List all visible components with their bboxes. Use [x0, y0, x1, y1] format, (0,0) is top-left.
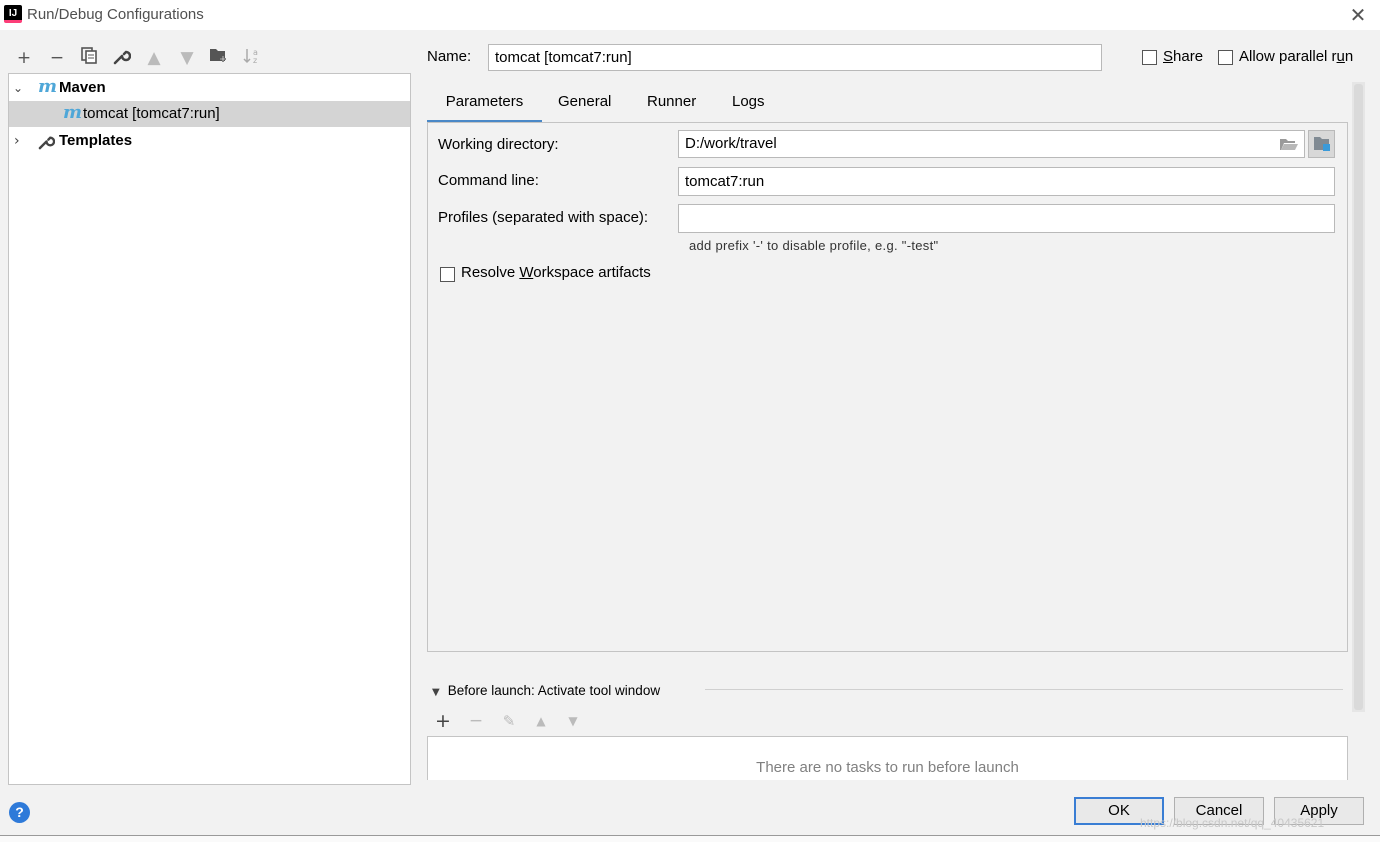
- profiles-label: Profiles (separated with space):: [438, 209, 649, 226]
- wrench-icon: [38, 132, 56, 158]
- working-directory-label: Working directory:: [438, 136, 559, 153]
- tab-logs[interactable]: Logs: [732, 91, 765, 123]
- before-launch-task-list[interactable]: There are no tasks to run before launch: [427, 736, 1348, 780]
- tab-general[interactable]: General: [558, 91, 611, 123]
- command-line-input[interactable]: tomcat7:run: [678, 167, 1335, 196]
- chevron-right-icon[interactable]: ›: [14, 128, 28, 154]
- resolve-workspace-label: Resolve Workspace artifacts: [461, 264, 651, 281]
- empty-tasks-text: There are no tasks to run before launch: [756, 759, 1019, 776]
- working-directory-input[interactable]: D:/work/travel: [678, 130, 1305, 158]
- remove-task-icon[interactable]: −: [465, 710, 487, 732]
- name-input[interactable]: [488, 44, 1102, 71]
- triangle-down-icon[interactable]: ▼: [432, 687, 440, 698]
- maven-icon: m: [63, 102, 83, 123]
- tree-node-templates[interactable]: › Templates: [9, 128, 410, 154]
- tree-node-maven[interactable]: ⌄ m Maven: [9, 75, 410, 101]
- allow-parallel-run-checkbox[interactable]: [1218, 50, 1233, 65]
- macros-button[interactable]: [1308, 130, 1335, 158]
- remove-icon[interactable]: −: [46, 47, 68, 69]
- window-bottom-edge: [0, 835, 1386, 842]
- chevron-down-icon[interactable]: ⌄: [13, 75, 27, 101]
- before-launch-header[interactable]: ▼ Before launch: Activate tool window: [432, 683, 660, 698]
- allow-parallel-run-label: Allow parallel run: [1239, 48, 1354, 65]
- move-task-up-icon[interactable]: ▲: [530, 710, 552, 732]
- copy-icon[interactable]: [78, 47, 100, 69]
- configuration-tree[interactable]: ⌄ m Maven m tomcat [tomcat7:run] › Templ…: [8, 73, 411, 785]
- profiles-hint: add prefix '-' to disable profile, e.g. …: [689, 238, 939, 253]
- new-folder-icon[interactable]: [208, 47, 230, 69]
- sort-icon[interactable]: az: [241, 47, 263, 69]
- wrench-icon[interactable]: [111, 47, 133, 69]
- add-task-icon[interactable]: +: [432, 710, 454, 732]
- command-line-label: Command line:: [438, 172, 539, 189]
- watermark: https://blog.csdn.net/qq_40435621: [1140, 816, 1325, 830]
- parameters-panel: [427, 122, 1348, 652]
- separator: [705, 689, 1343, 690]
- add-icon[interactable]: +: [13, 47, 35, 69]
- move-up-icon[interactable]: ▲: [143, 47, 165, 69]
- help-icon[interactable]: ?: [9, 802, 30, 823]
- title-bar: [0, 0, 1386, 30]
- share-label: Share: [1163, 48, 1204, 65]
- maven-icon: m: [38, 76, 58, 97]
- tab-runner[interactable]: Runner: [647, 91, 696, 123]
- resolve-workspace-checkbox[interactable]: [440, 267, 455, 282]
- tree-node-tomcat-config[interactable]: m tomcat [tomcat7:run]: [9, 101, 410, 127]
- share-checkbox[interactable]: [1142, 50, 1157, 65]
- profiles-input[interactable]: [678, 204, 1335, 233]
- tree-node-label: Maven: [59, 79, 106, 96]
- tree-node-label: tomcat [tomcat7:run]: [83, 105, 220, 122]
- window-title: Run/Debug Configurations: [27, 6, 204, 23]
- edit-task-icon[interactable]: ✎: [498, 710, 520, 732]
- window-right-edge: [1380, 0, 1386, 842]
- before-launch-title: Before launch: Activate tool window: [447, 683, 661, 698]
- tree-node-label: Templates: [59, 132, 133, 149]
- close-icon[interactable]: ✕: [1344, 1, 1372, 29]
- svg-text:z: z: [253, 56, 257, 65]
- intellij-idea-icon: IJ: [4, 5, 22, 23]
- move-task-down-icon[interactable]: ▼: [562, 710, 584, 732]
- tab-parameters[interactable]: Parameters: [427, 91, 542, 123]
- move-down-icon[interactable]: ▼: [176, 47, 198, 69]
- name-label: Name:: [427, 48, 472, 65]
- folder-open-icon[interactable]: [1279, 136, 1299, 152]
- scrollbar-thumb[interactable]: [1354, 84, 1363, 710]
